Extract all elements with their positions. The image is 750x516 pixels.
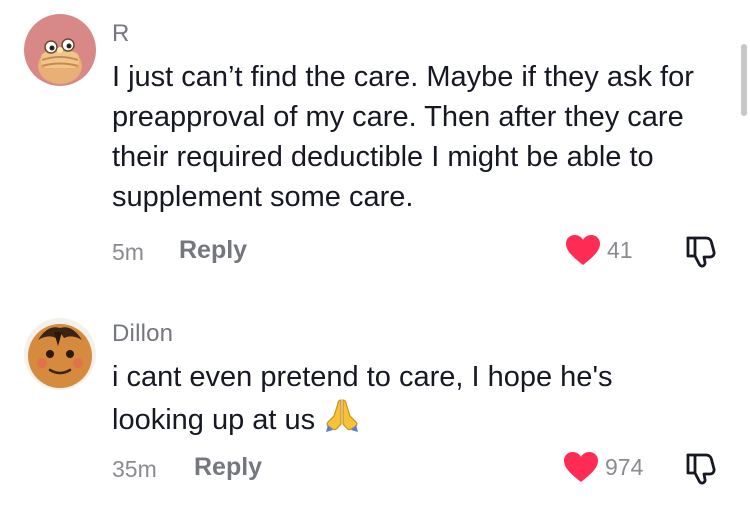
thumbs-down-icon	[686, 236, 716, 268]
heart-icon	[566, 235, 600, 265]
comment-text: i cant even pretend to care, I hope he's…	[112, 357, 682, 444]
like-count: 41	[607, 236, 633, 263]
dislike-button[interactable]	[684, 233, 720, 274]
thumbs-down-icon	[686, 453, 716, 485]
folded-hands-icon	[323, 397, 361, 444]
comment-time: 5m	[112, 239, 144, 265]
avatar[interactable]	[24, 14, 96, 86]
like-count: 974	[605, 453, 644, 480]
reply-button[interactable]: Reply	[179, 236, 247, 265]
scrollbar[interactable]	[741, 44, 747, 116]
avatar[interactable]	[24, 318, 96, 390]
username[interactable]: R	[112, 20, 130, 48]
username[interactable]: Dillon	[112, 320, 173, 348]
comment-text: I just can’t find the care. Maybe if the…	[112, 61, 694, 213]
reply-button[interactable]: Reply	[194, 453, 262, 482]
heart-icon	[564, 452, 598, 482]
like-button[interactable]: 41	[565, 234, 633, 266]
like-button[interactable]: 974	[563, 451, 643, 483]
comment-time: 35m	[112, 456, 157, 482]
dislike-button[interactable]	[684, 450, 720, 491]
comment-text-content: i cant even pretend to care, I hope he's…	[112, 361, 613, 436]
